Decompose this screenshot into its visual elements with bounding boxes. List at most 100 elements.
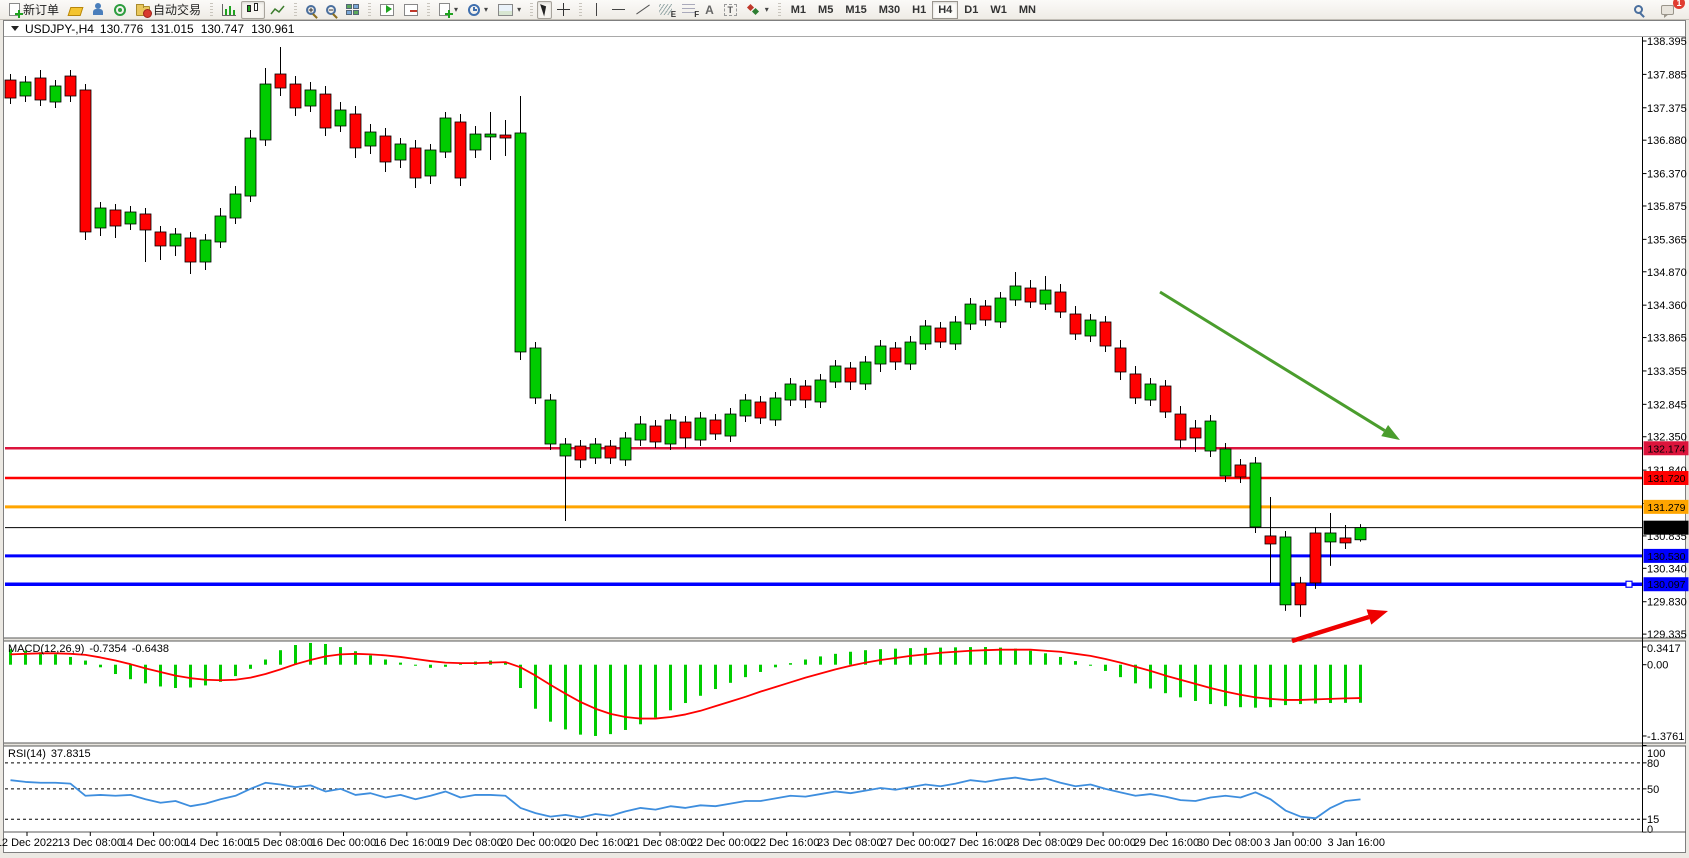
candle-body bbox=[155, 232, 166, 246]
time-axis-label: 19 Dec 08:00 bbox=[437, 837, 502, 849]
vertical-line-tool-button[interactable] bbox=[586, 1, 607, 19]
candle bbox=[530, 342, 541, 404]
search-button[interactable] bbox=[1629, 1, 1648, 19]
timeframe-mn[interactable]: MN bbox=[1013, 1, 1042, 19]
chat-bubble-icon bbox=[1661, 5, 1674, 15]
templates-button[interactable]: ▾ bbox=[493, 1, 526, 19]
news-button[interactable] bbox=[64, 1, 87, 19]
candle-body bbox=[1190, 428, 1201, 438]
candle-body bbox=[5, 80, 16, 98]
timeframe-m30[interactable]: M30 bbox=[873, 1, 906, 19]
zoom-out-button[interactable]: − bbox=[321, 1, 341, 19]
horizontal-line-tool-button[interactable] bbox=[607, 1, 630, 19]
macd-histogram-bar bbox=[339, 647, 342, 665]
time-axis-label: 21 Dec 08:00 bbox=[627, 837, 692, 849]
candle bbox=[380, 128, 391, 172]
macd-histogram-bar bbox=[69, 657, 72, 665]
candle-body bbox=[65, 76, 76, 96]
macd-axis-label: 0.3417 bbox=[1647, 643, 1681, 655]
candle bbox=[740, 394, 751, 422]
candle bbox=[1130, 366, 1141, 404]
tile-windows-button[interactable] bbox=[341, 1, 364, 19]
timeframe-h1[interactable]: H1 bbox=[906, 1, 932, 19]
status-strip bbox=[0, 853, 1689, 858]
arrows-tool-button[interactable]: ▾ bbox=[742, 1, 774, 19]
toolbar-separator bbox=[292, 3, 299, 17]
text-label-tool-button[interactable]: T bbox=[719, 1, 742, 19]
autotrading-button[interactable]: 自动交易 bbox=[131, 1, 206, 19]
candle-body bbox=[695, 418, 706, 440]
macd-histogram-bar bbox=[189, 665, 192, 688]
notifications-button[interactable]: 1 bbox=[1656, 1, 1679, 19]
timeframe-h4[interactable]: H4 bbox=[932, 1, 958, 19]
macd-histogram-bar bbox=[744, 665, 747, 677]
indicators-button[interactable]: ▾ bbox=[434, 1, 463, 19]
price-axis-label: 134.360 bbox=[1647, 300, 1687, 312]
macd-histogram-bar bbox=[219, 665, 222, 682]
chart-shift-button[interactable] bbox=[399, 1, 423, 19]
macd-histogram-bar bbox=[429, 665, 432, 668]
rsi-axis-label: 0 bbox=[1647, 824, 1653, 836]
autotrading-icon bbox=[136, 6, 150, 16]
chevron-down-icon: ▾ bbox=[765, 5, 769, 14]
price-badge-label: 130.961 bbox=[1648, 523, 1686, 535]
signals-button[interactable] bbox=[109, 1, 131, 19]
channel-tool-button[interactable]: E bbox=[654, 1, 677, 19]
profile-button[interactable] bbox=[87, 1, 109, 19]
candle-body bbox=[170, 234, 181, 246]
bar-chart-button[interactable] bbox=[217, 1, 241, 19]
crosshair-tool-button[interactable] bbox=[552, 1, 575, 19]
candle bbox=[50, 80, 61, 108]
price-axis-label: 137.375 bbox=[1647, 103, 1687, 115]
candle-body bbox=[470, 134, 481, 150]
price-axis-label: 138.395 bbox=[1647, 36, 1687, 48]
timeframe-m1[interactable]: M1 bbox=[785, 1, 812, 19]
candlestick-chart-button[interactable] bbox=[241, 1, 265, 19]
candle bbox=[1145, 378, 1156, 406]
macd-histogram-bar bbox=[1059, 657, 1062, 665]
bounce-arrow-head[interactable] bbox=[1367, 609, 1388, 624]
timeframe-m5[interactable]: M5 bbox=[812, 1, 839, 19]
time-axis-label: 14 Dec 16:00 bbox=[184, 837, 249, 849]
downtrend-arrow-head[interactable] bbox=[1381, 425, 1400, 440]
new-order-label: 新订单 bbox=[23, 1, 59, 18]
price-badge-label: 130.097 bbox=[1648, 579, 1686, 591]
bounce-arrow-shaft[interactable] bbox=[1292, 617, 1369, 641]
time-axis-label: 20 Dec 16:00 bbox=[564, 837, 629, 849]
vertical-line-icon bbox=[596, 3, 597, 16]
text-tool-button[interactable]: A bbox=[700, 1, 719, 19]
candle bbox=[650, 420, 661, 448]
candle-body bbox=[1355, 528, 1366, 540]
candle bbox=[95, 202, 106, 236]
rsi-name: RSI(14) bbox=[8, 748, 46, 760]
periods-button[interactable]: ▾ bbox=[463, 1, 493, 19]
chart-context-menu-icon[interactable] bbox=[11, 26, 19, 31]
new-order-button[interactable]: 新订单 bbox=[4, 1, 64, 19]
signals-icon bbox=[114, 4, 126, 16]
downtrend-arrow-shaft[interactable] bbox=[1160, 292, 1385, 431]
fibonacci-tool-button[interactable]: F bbox=[677, 1, 700, 19]
timeframe-w1[interactable]: W1 bbox=[984, 1, 1013, 19]
candle bbox=[635, 416, 646, 446]
candle-body bbox=[335, 110, 346, 126]
candle bbox=[425, 144, 436, 184]
time-axis-label: 12 Dec 2022 bbox=[0, 837, 58, 849]
zoom-in-button[interactable]: + bbox=[301, 1, 321, 19]
macd-histogram-bar bbox=[729, 665, 732, 683]
line-chart-button[interactable] bbox=[265, 1, 290, 19]
cursor-tool-button[interactable] bbox=[537, 1, 552, 19]
timeframe-d1[interactable]: D1 bbox=[958, 1, 984, 19]
candle-body bbox=[440, 118, 451, 152]
text-label-icon: T bbox=[724, 4, 737, 16]
line-anchor-handle[interactable] bbox=[1626, 581, 1632, 587]
time-axis-label: 27 Dec 00:00 bbox=[880, 837, 945, 849]
trendline-tool-button[interactable] bbox=[630, 1, 654, 19]
candle bbox=[305, 82, 316, 112]
price-axis-label: 130.340 bbox=[1647, 563, 1687, 575]
line-chart-icon bbox=[270, 4, 285, 16]
auto-scroll-button[interactable] bbox=[375, 1, 399, 19]
timeframe-m15[interactable]: M15 bbox=[839, 1, 872, 19]
macd-histogram-bar bbox=[159, 665, 162, 687]
candle-body bbox=[50, 86, 61, 102]
horizontal-line-icon bbox=[612, 9, 625, 10]
